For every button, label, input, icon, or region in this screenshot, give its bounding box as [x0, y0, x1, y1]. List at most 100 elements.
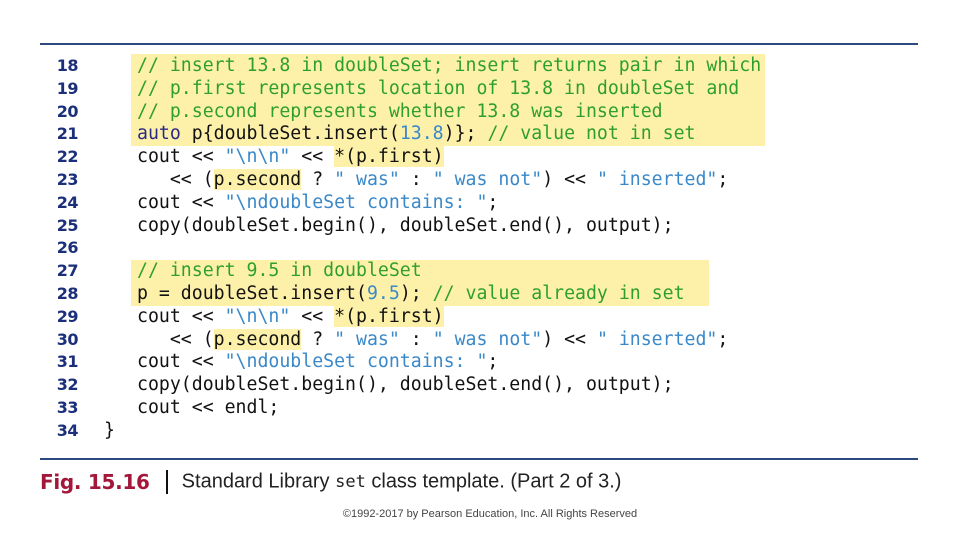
code-text: ; [717, 169, 729, 190]
copyright-notice: ©1992-2017 by Pearson Education, Inc. Al… [0, 508, 960, 520]
code-comment: // insert 13.8 in doubleSet; insert retu… [137, 55, 762, 76]
figure-label: Fig. 15.16 [40, 470, 150, 494]
code-line: 24 cout << "\ndoubleSet contains: "; [0, 191, 960, 214]
code-text: : [399, 328, 433, 350]
code-text: << [290, 146, 335, 168]
line-code: cout << endl; [137, 396, 279, 419]
line-number: 28 [56, 284, 79, 303]
code-highlight: *(p.first) [334, 305, 444, 327]
line-code: cout << "\n\n" << *(p.first) [137, 305, 444, 328]
line-code: cout << "\ndoubleSet contains: "; [137, 350, 498, 373]
code-text: cout << [137, 305, 225, 327]
line-code: << (p.second ? " was" : " was not") << "… [137, 168, 728, 191]
line-code: // p.second represents whether 13.8 was … [137, 100, 663, 123]
code-number: 13.8 [399, 123, 444, 145]
code-number: 9.5 [366, 283, 400, 304]
code-text: << ( [137, 328, 214, 350]
line-code: copy(doubleSet.begin(), doubleSet.end(),… [137, 214, 674, 237]
code-text: cout << [137, 146, 225, 168]
line-number: 33 [56, 398, 79, 417]
code-string: " was not" [432, 328, 543, 350]
code-text: } [104, 419, 115, 441]
code-line: 33 cout << endl; [0, 396, 960, 419]
line-code: auto p{doubleSet.insert(13.8)}; // value… [137, 122, 695, 145]
code-text: copy(doubleSet.begin(), doubleSet.end(),… [137, 374, 674, 396]
code-text: cout << endl; [137, 397, 280, 418]
code-text: ; [717, 328, 729, 350]
code-line: 27 // insert 9.5 in doubleSet [0, 259, 960, 282]
line-number: 21 [56, 124, 79, 144]
code-highlight: p.second [213, 328, 302, 350]
code-line: 23 << (p.second ? " was" : " was not") <… [0, 168, 960, 191]
code-line: 19 // p.first represents location of 13.8… [0, 77, 960, 100]
code-string: " inserted" [596, 169, 718, 190]
code-line: 30 << (p.second ? " was" : " was not") <… [0, 328, 960, 351]
code-text: ; [487, 191, 499, 213]
line-number: 27 [56, 261, 79, 281]
line-number: 34 [56, 420, 79, 440]
line-number: 18 [56, 56, 79, 75]
code-text: ? [301, 328, 335, 350]
code-line: 32 copy(doubleSet.begin(), doubleSet.end(… [0, 373, 960, 396]
line-number: 25 [56, 215, 79, 235]
code-comment: // p.second represents whether 13.8 was … [137, 100, 663, 122]
code-string: " was" [334, 169, 400, 190]
code-text: ) << [542, 328, 597, 350]
figure-caption: Fig. 15.16 Standard Library set class tem… [40, 470, 621, 500]
code-text: p{doubleSet.insert( [180, 123, 400, 145]
code-line: 28 p = doubleSet.insert(9.5); // value al… [0, 282, 960, 305]
code-text: << ( [137, 169, 214, 190]
line-number: 20 [56, 101, 79, 121]
code-text: << [290, 305, 335, 327]
line-code: copy(doubleSet.begin(), doubleSet.end(),… [137, 373, 674, 396]
code-line: 18 // insert 13.8 in doubleSet; insert re… [0, 54, 960, 77]
line-code: } [104, 419, 115, 442]
line-code: // p.first represents location of 13.8 i… [137, 77, 739, 100]
code-line: 31 cout << "\ndoubleSet contains: "; [0, 350, 960, 373]
code-comment: // value not in set [487, 123, 696, 145]
code-line: 20 // p.second represents whether 13.8 wa… [0, 100, 960, 123]
code-text: copy(doubleSet.begin(), doubleSet.end(),… [137, 214, 674, 236]
line-number: 31 [56, 352, 79, 372]
code-keyword: auto [137, 123, 181, 145]
line-number: 22 [56, 147, 79, 167]
line-number: 29 [56, 306, 79, 326]
code-highlight: p.second [213, 169, 302, 190]
code-highlight: *(p.first) [334, 146, 444, 168]
line-number: 23 [56, 170, 79, 189]
code-string: "\n\n" [224, 305, 291, 327]
line-number: 26 [56, 238, 79, 258]
copyright-text: ©1992-2017 by Pearson Education, Inc. Al… [342, 508, 638, 520]
code-string: " inserted" [596, 328, 718, 350]
code-text: : [399, 169, 433, 190]
line-code: // insert 9.5 in doubleSet [137, 259, 422, 282]
code-string: " was not" [432, 169, 543, 190]
code-text: ? [301, 169, 335, 190]
code-comment: // insert 9.5 in doubleSet [137, 260, 422, 282]
line-number: 30 [56, 329, 79, 349]
code-string: "\n\n" [224, 146, 291, 168]
line-code: cout << "\n\n" << *(p.first) [137, 145, 444, 168]
line-code: p = doubleSet.insert(9.5); // value alre… [137, 282, 685, 305]
caption-code: set [335, 472, 366, 492]
line-code: cout << "\ndoubleSet contains: "; [137, 191, 498, 214]
code-line: 29 cout << "\n\n" << *(p.first) [0, 305, 960, 328]
code-text: ); [399, 283, 433, 304]
code-string: "\ndoubleSet contains: " [224, 191, 488, 213]
top-rule [40, 43, 918, 45]
code-line: 21 auto p{doubleSet.insert(13.8)}; // val… [0, 122, 960, 145]
code-text: cout << [137, 351, 225, 373]
bottom-rule [40, 458, 918, 460]
line-code: << (p.second ? " was" : " was not") << "… [137, 328, 728, 351]
code-comment: // p.first represents location of 13.8 i… [137, 77, 740, 99]
caption-text-prefix: Standard Library [181, 470, 336, 493]
code-text: cout << [137, 191, 225, 213]
line-code: // insert 13.8 in doubleSet; insert retu… [137, 54, 761, 77]
caption-text-suffix: class template. (Part 2 of 3.) [365, 470, 622, 493]
code-line: 26 [0, 236, 960, 259]
code-line: 34} [0, 419, 960, 442]
code-text: ) << [542, 169, 597, 190]
line-number: 32 [56, 375, 79, 395]
code-comment: // value already in set [432, 283, 685, 304]
code-text: p = doubleSet.insert( [137, 283, 367, 304]
